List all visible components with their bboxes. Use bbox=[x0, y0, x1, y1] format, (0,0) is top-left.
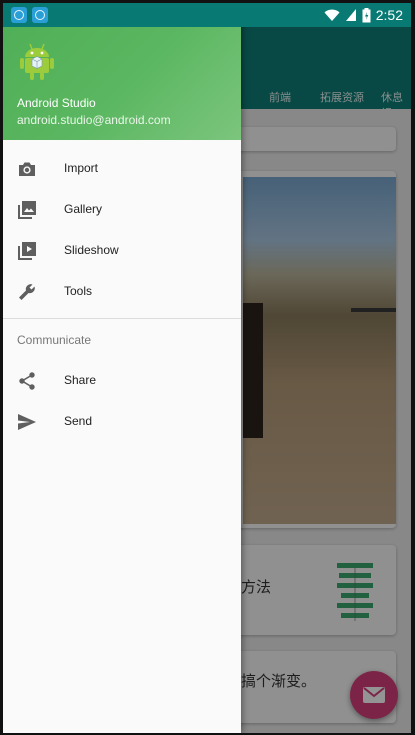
sync-icon bbox=[11, 7, 27, 23]
clock: 2:52 bbox=[375, 7, 403, 23]
nav-item-share[interactable]: Share bbox=[3, 361, 241, 402]
signal-icon bbox=[345, 9, 356, 21]
nav-item-tools[interactable]: Tools bbox=[3, 272, 241, 313]
nav-item-import[interactable]: Import bbox=[3, 149, 241, 190]
nav-item-label: Send bbox=[64, 414, 93, 428]
nav-item-label: Gallery bbox=[64, 202, 103, 216]
navigation-drawer: Android Studio android.studio@android.co… bbox=[3, 3, 241, 733]
nav-item-label: Tools bbox=[64, 284, 93, 298]
sync-icon bbox=[32, 7, 48, 23]
section-header-communicate: Communicate bbox=[17, 333, 92, 347]
battery-icon bbox=[362, 7, 371, 22]
android-robot-icon bbox=[20, 43, 54, 80]
nav-item-send[interactable]: Send bbox=[3, 402, 241, 443]
camera-icon bbox=[19, 162, 35, 176]
wifi-icon bbox=[324, 9, 340, 21]
account-name: Android Studio bbox=[17, 96, 96, 110]
account-email: android.studio@android.com bbox=[17, 113, 171, 127]
nav-item-label: Import bbox=[64, 161, 99, 175]
send-icon bbox=[18, 414, 36, 430]
slideshow-icon bbox=[18, 242, 36, 260]
status-bar: 2:52 bbox=[3, 3, 411, 27]
nav-item-label: Slideshow bbox=[64, 243, 119, 257]
gallery-icon bbox=[18, 201, 36, 219]
nav-item-label: Share bbox=[64, 373, 97, 387]
share-icon bbox=[19, 372, 35, 390]
drawer-divider bbox=[3, 318, 241, 319]
device-screen: 2:52 前端 拓展资源 休息视 方法 搞个渐变。 bbox=[3, 3, 411, 733]
status-right: 2:52 bbox=[324, 5, 403, 25]
nav-item-gallery[interactable]: Gallery bbox=[3, 190, 241, 231]
nav-item-slideshow[interactable]: Slideshow bbox=[3, 231, 241, 272]
wrench-icon bbox=[19, 284, 35, 300]
